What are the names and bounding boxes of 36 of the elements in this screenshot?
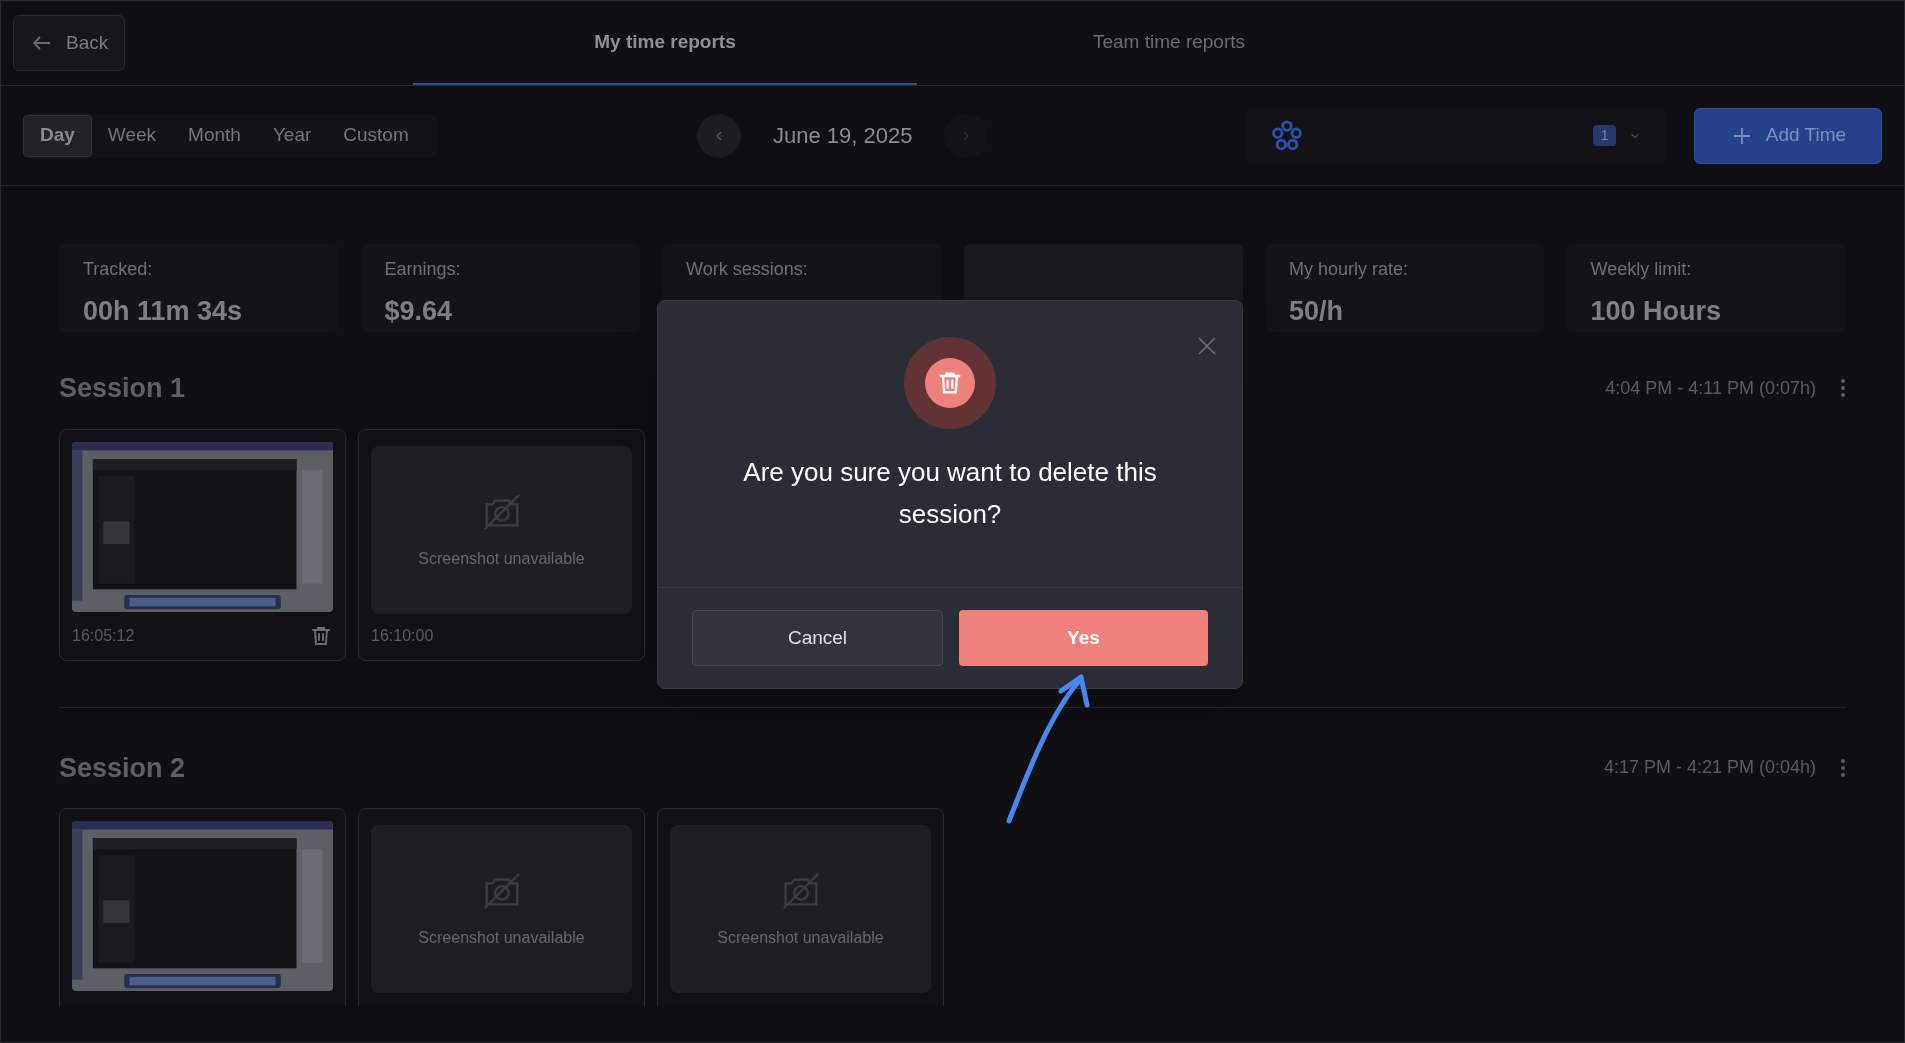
report-tab[interactable]: Team time reports: [917, 1, 1421, 85]
period-tab[interactable]: Month: [172, 114, 257, 157]
placeholder-text: Screenshot unavailable: [418, 928, 585, 948]
back-button[interactable]: Back: [13, 15, 126, 71]
screenshot-time: 16:05:12: [72, 625, 135, 646]
cancel-button[interactable]: Cancel: [692, 610, 943, 666]
stat-label: Tracked:: [83, 258, 154, 281]
stat-label: Earnings:: [384, 258, 462, 281]
period-tab[interactable]: Week: [91, 114, 173, 157]
stat-value: 100 Hours: [1590, 295, 1723, 328]
more-options-icon[interactable]: [1840, 378, 1846, 399]
period-tab[interactable]: Custom: [327, 114, 425, 157]
add-time-button[interactable]: Add Time: [1694, 107, 1882, 164]
stat-value: 50/h: [1288, 295, 1344, 328]
more-options-icon[interactable]: [1840, 757, 1846, 778]
current-date: June 19, 2025: [773, 122, 913, 150]
session-title: Session 2: [59, 751, 186, 785]
stat-label: Work sessions:: [686, 258, 809, 281]
report-tab[interactable]: My time reports: [413, 1, 917, 85]
stat-label: My hourly rate:: [1288, 258, 1409, 281]
stat-value: $9.64: [384, 295, 454, 328]
screenshot-time: 16:10:00: [371, 625, 434, 646]
stat-value: 00h 11m 34s: [83, 295, 244, 328]
dialog-message: Are you sure you want to delete this session?: [742, 456, 1158, 531]
session-title: Session 1: [59, 372, 186, 405]
period-tab[interactable]: Year: [256, 114, 328, 157]
session-time-range: 4:17 PM - 4:21 PM (0:04h): [1603, 756, 1816, 780]
confirm-button[interactable]: Yes: [959, 610, 1208, 666]
count-badge: 1: [1592, 125, 1617, 146]
placeholder-text: Screenshot unavailable: [418, 548, 585, 569]
placeholder-text: Screenshot unavailable: [717, 928, 884, 948]
period-tab[interactable]: Day: [23, 114, 92, 157]
session-time-range: 4:04 PM - 4:11 PM (0:07h): [1605, 376, 1816, 400]
stat-label: Weekly limit:: [1590, 258, 1693, 281]
close-icon[interactable]: [1197, 336, 1217, 356]
flower-logo-icon: [1270, 118, 1305, 153]
